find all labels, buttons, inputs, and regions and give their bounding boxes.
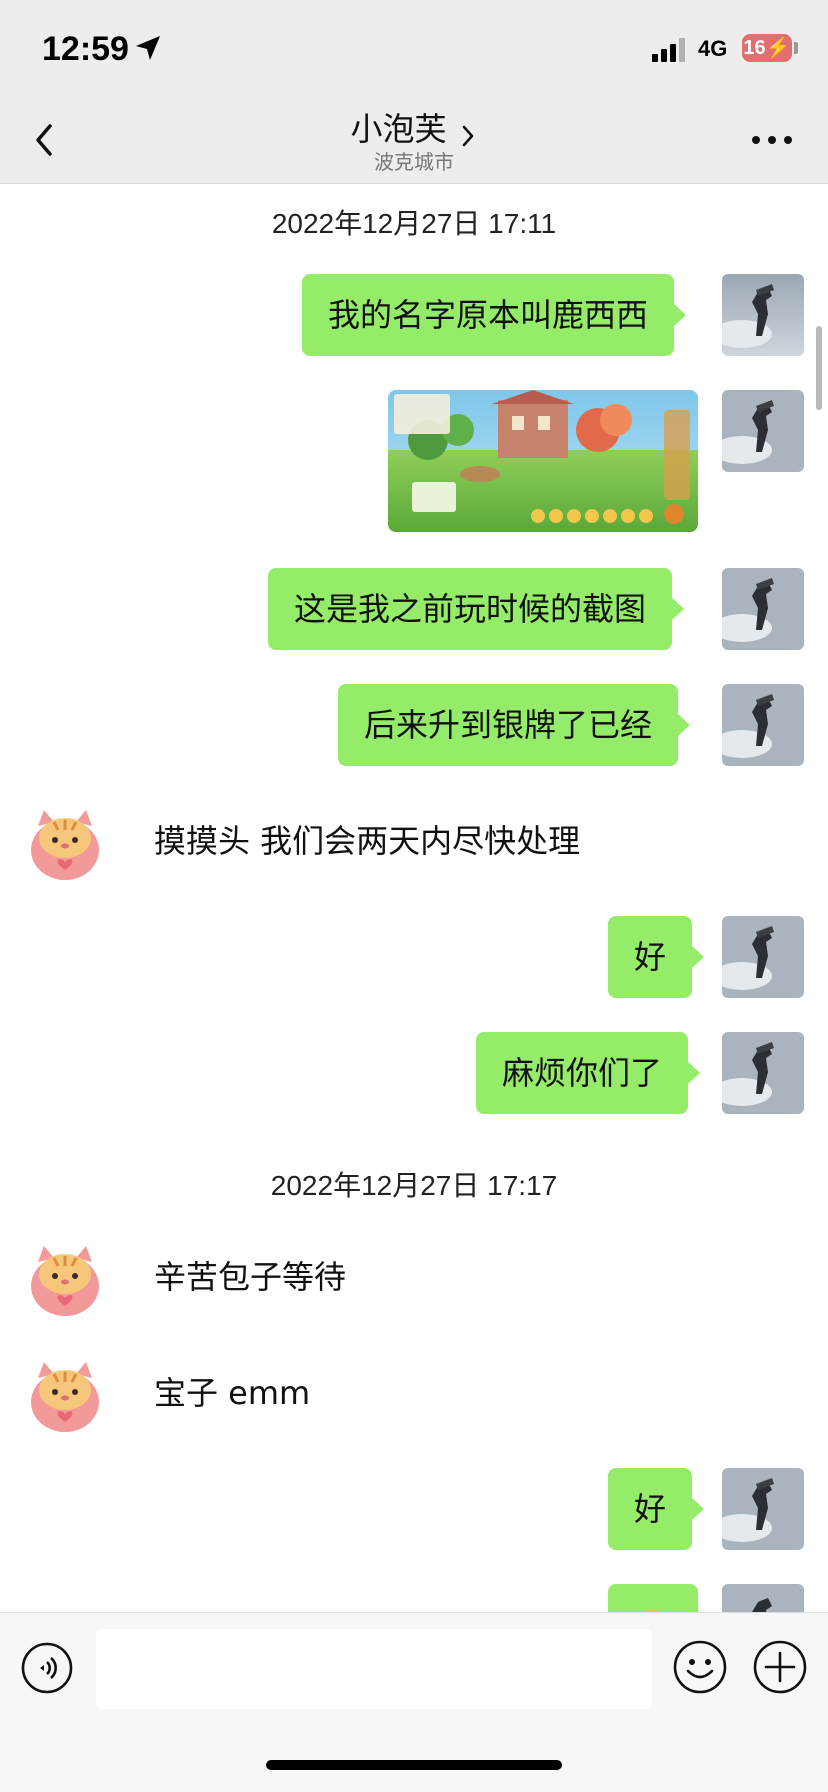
avatar[interactable] [722,916,804,998]
sent-message[interactable]: 麻烦你们了 [476,1032,701,1114]
avatar[interactable] [722,1468,804,1550]
received-message[interactable]: 摸摸头 我们会两天内尽快处理 [134,800,603,882]
location-arrow-icon [136,36,160,60]
avatar[interactable] [24,800,106,882]
received-message[interactable]: 宝子 emm [134,1352,333,1434]
message-input[interactable] [96,1629,652,1709]
chevron-right-icon[interactable] [458,123,478,149]
avatar[interactable] [722,1032,804,1114]
scrollbar[interactable] [816,326,822,410]
sent-message[interactable]: 我的名字原本叫鹿西西 [302,274,687,356]
avatar[interactable] [722,390,804,472]
avatar[interactable] [722,684,804,766]
status-time: 12:59 [42,30,129,68]
chat-subtitle: 波克城市 [374,150,454,174]
avatar[interactable] [722,274,804,356]
timestamp: 2022年12月27日 17:17 [270,1170,558,1201]
sent-message[interactable]: 好 [608,916,705,998]
battery-level: 16 [743,37,766,59]
chat-title[interactable]: 小泡芙 [350,110,446,148]
sent-message[interactable]: 这是我之前玩时候的截图 [268,568,685,650]
sent-image-message[interactable] [388,390,698,532]
emoji-icon[interactable] [672,1639,728,1695]
plus-icon[interactable] [752,1639,808,1695]
voice-icon[interactable] [20,1641,74,1695]
network-label: 4G [698,36,728,61]
received-message[interactable]: 辛苦包子等待 [134,1236,369,1318]
chat-header: 小泡芙 波克城市 [0,96,828,184]
status-bar: 12:59 4G 16⚡ [0,0,828,96]
signal-icon [652,38,685,62]
timestamp: 2022年12月27日 17:11 [271,208,557,239]
battery-tip [794,42,798,54]
avatar[interactable] [722,568,804,650]
chat-title-wrap[interactable]: 小泡芙 [0,104,828,150]
battery-icon: 16⚡ [742,34,792,62]
sent-message[interactable]: 好 [608,1468,705,1550]
home-indicator[interactable] [266,1760,562,1770]
sent-message[interactable]: 后来升到银牌了已经 [338,684,691,766]
avatar[interactable] [24,1236,106,1318]
more-dots-icon[interactable] [748,126,796,154]
avatar[interactable] [24,1352,106,1434]
